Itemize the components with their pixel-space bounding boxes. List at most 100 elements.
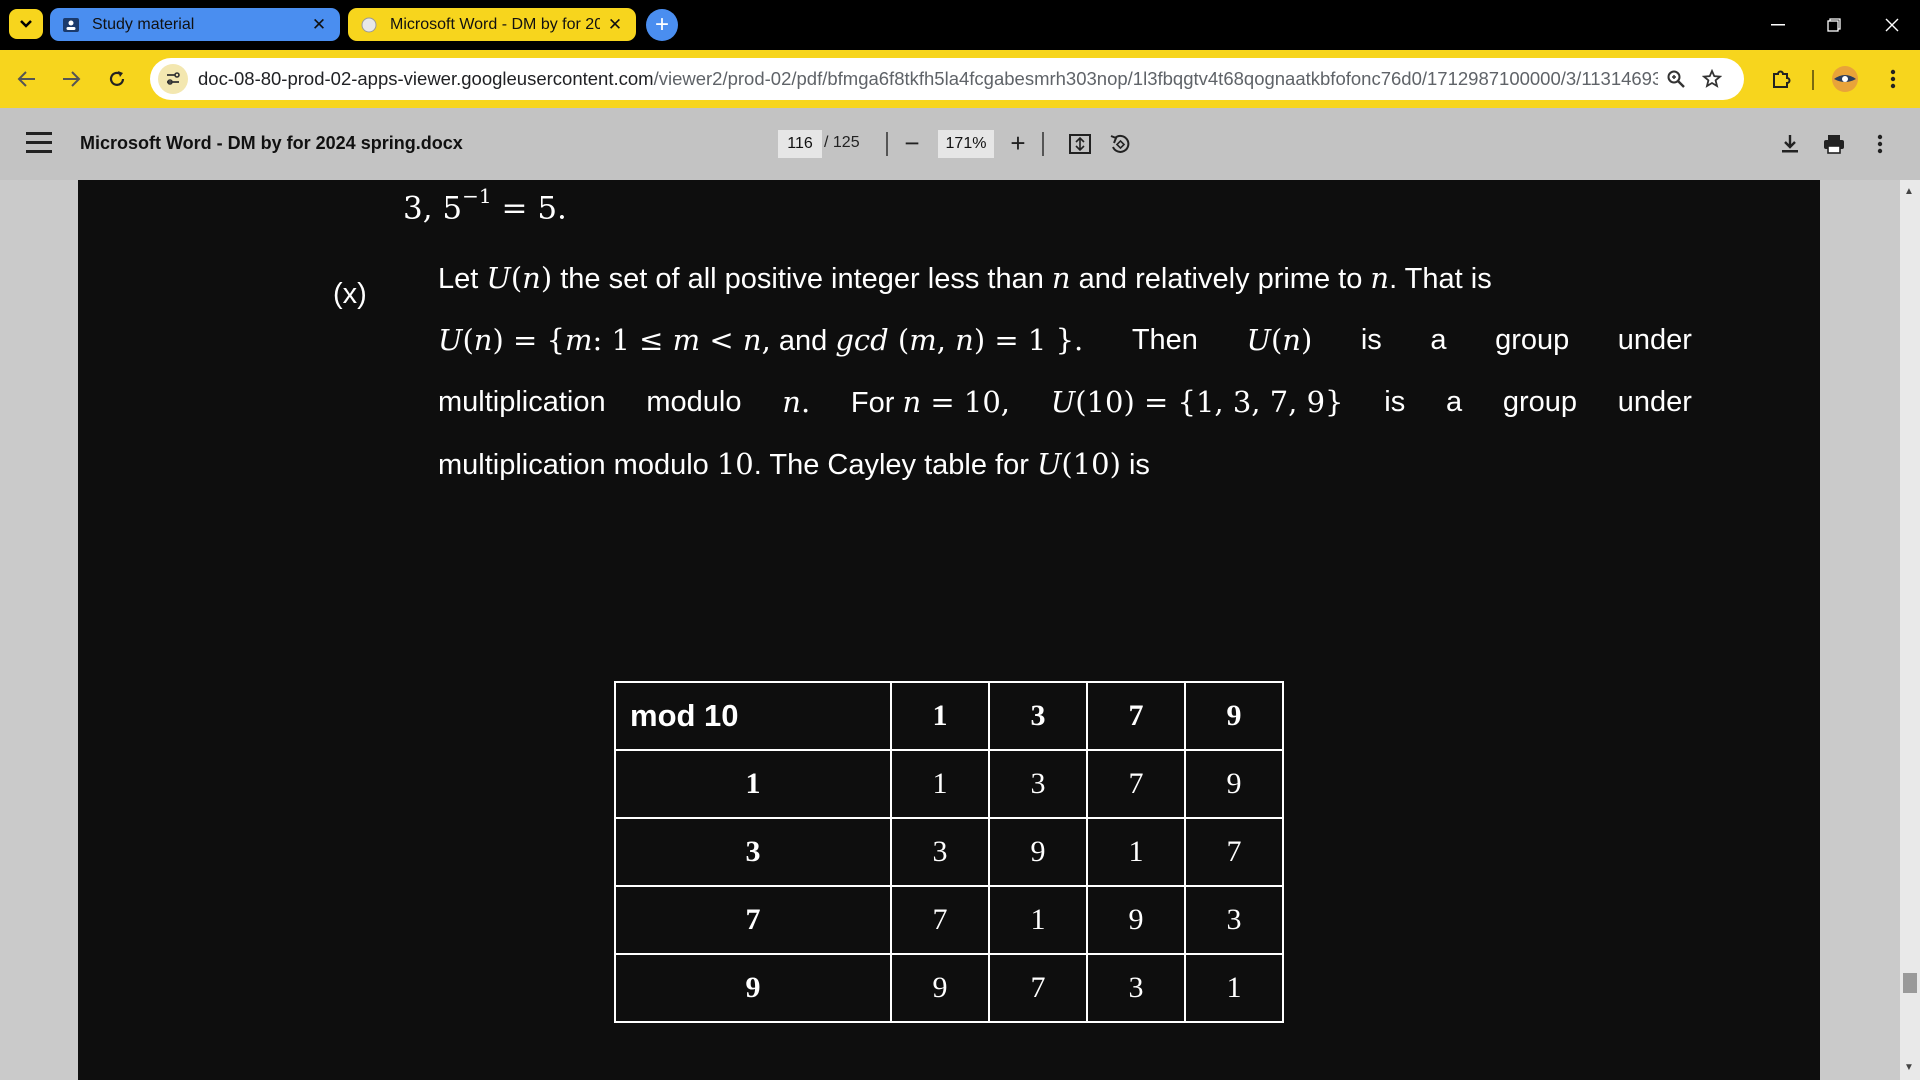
table-cell: 3 — [1184, 885, 1284, 955]
tab-title: Microsoft Word - DM by for 20 — [390, 15, 600, 33]
star-icon[interactable] — [1694, 61, 1730, 97]
scrollbar-thumb[interactable] — [1903, 973, 1917, 993]
tab-microsoft-word[interactable]: Microsoft Word - DM by for 20 ✕ — [348, 8, 636, 41]
table-cell: 3 — [1086, 953, 1186, 1023]
scroll-down-arrow-icon[interactable]: ▼ — [1904, 1062, 1914, 1073]
document-title: Microsoft Word - DM by for 2024 spring.d… — [80, 133, 463, 153]
page-total: / 125 — [824, 134, 860, 151]
forward-button[interactable] — [54, 62, 88, 96]
reload-icon — [109, 71, 125, 86]
equation-base: 3, 5 — [403, 190, 463, 227]
minimize-button[interactable] — [1750, 0, 1806, 50]
zoom-level-input[interactable]: 171% — [938, 130, 994, 158]
table-cell: 7 — [1086, 749, 1186, 819]
browser-toolbar: doc-08-80-prod-02-apps-viewer.googleuser… — [0, 50, 1920, 108]
tab-study-material[interactable]: Study material ✕ — [50, 8, 340, 41]
paragraph-line: multiplication modulo 10. The Cayley tab… — [438, 447, 1150, 481]
puzzle-icon — [1773, 70, 1791, 88]
minimize-icon — [1771, 24, 1785, 26]
arrow-right-icon — [63, 71, 81, 87]
table-corner-cell: mod 10 — [614, 681, 892, 751]
table-cell: 9 — [1184, 749, 1284, 819]
profile-avatar[interactable] — [1828, 62, 1862, 96]
toolbar-separator — [1042, 132, 1044, 156]
table-header-row: mod 10 1 3 7 9 — [614, 681, 1284, 751]
table-cell: 1 — [1184, 953, 1284, 1023]
table-cell: 7 — [988, 953, 1088, 1023]
paragraph-line: Let U(n) the set of all positive integer… — [438, 261, 1492, 295]
table-cell: 9 — [890, 953, 990, 1023]
row-header: 3 — [614, 817, 892, 887]
rotate-button[interactable] — [1104, 128, 1136, 160]
row-header: 7 — [614, 885, 892, 955]
zoom-out-button[interactable]: − — [898, 130, 926, 158]
back-button[interactable] — [10, 62, 44, 96]
close-icon[interactable]: ✕ — [606, 15, 624, 35]
table-cell: 7 — [1184, 817, 1284, 887]
table-row: 7 7 1 9 3 — [614, 885, 1284, 955]
tab-strip: Study material ✕ Microsoft Word - DM by … — [0, 0, 1920, 50]
table-cell: 3 — [890, 817, 990, 887]
table-row: 3 3 9 1 7 — [614, 817, 1284, 887]
close-icon[interactable]: ✕ — [310, 15, 328, 35]
equation-exponent: −1 — [462, 184, 492, 208]
avatar-icon — [1832, 66, 1858, 92]
table-cell: 1 — [988, 885, 1088, 955]
url-path: /viewer2/prod-02/pdf/bfmga6f8tkfh5la4fcg… — [653, 68, 1658, 89]
url-host: doc-08-80-prod-02-apps-viewer.googleuser… — [198, 68, 654, 89]
print-icon — [1824, 135, 1844, 154]
table-cell: 3 — [988, 749, 1088, 819]
arrow-left-icon — [17, 71, 35, 87]
close-window-button[interactable] — [1864, 0, 1920, 50]
row-header: 9 — [614, 953, 892, 1023]
table-cell: 1 — [1086, 817, 1186, 887]
fit-to-page-icon — [1069, 134, 1091, 154]
chevron-down-icon — [20, 20, 32, 28]
pdf-page: 3, 5−1 = 5. (x) Let U(n) the set of all … — [78, 180, 1820, 1080]
paragraph-line: multiplication modulo n. For n = 10, U(1… — [438, 385, 1692, 419]
classroom-icon — [62, 16, 80, 34]
item-label: (x) — [333, 278, 367, 310]
column-header: 3 — [988, 681, 1088, 751]
page-number-input[interactable]: 116 — [778, 130, 822, 158]
download-icon — [1782, 135, 1798, 153]
equation-rest: = 5. — [491, 190, 567, 227]
tab-search-button[interactable] — [9, 9, 43, 39]
cayley-table: mod 10 1 3 7 9 1 1 3 7 9 3 3 9 1 7 7 7 1… — [614, 681, 1284, 1023]
row-header: 1 — [614, 749, 892, 819]
restore-icon — [1827, 18, 1841, 32]
reload-button[interactable] — [100, 62, 134, 96]
paragraph-line: U(n) = {m: 1 ≤ m < n, and gcd (m, n) = 1… — [438, 323, 1692, 357]
vertical-scrollbar[interactable]: ▲ ▼ — [1900, 180, 1920, 1080]
address-bar[interactable]: doc-08-80-prod-02-apps-viewer.googleuser… — [150, 58, 1744, 100]
download-button[interactable] — [1774, 128, 1806, 160]
table-cell: 9 — [988, 817, 1088, 887]
menu-dots-icon — [1877, 134, 1883, 154]
column-header: 1 — [890, 681, 990, 751]
zoom-search-icon[interactable] — [1658, 61, 1694, 97]
print-button[interactable] — [1818, 128, 1850, 160]
extensions-button[interactable] — [1764, 62, 1798, 96]
document-area[interactable]: 3, 5−1 = 5. (x) Let U(n) the set of all … — [0, 180, 1920, 1080]
toolbar-divider — [1812, 70, 1814, 90]
site-info-icon[interactable] — [158, 64, 188, 94]
zoom-in-button[interactable]: + — [1004, 130, 1032, 158]
new-tab-button[interactable]: + — [646, 9, 678, 41]
menu-dots-icon — [1890, 69, 1896, 89]
table-row: 1 1 3 7 9 — [614, 749, 1284, 819]
restore-button[interactable] — [1806, 0, 1862, 50]
previous-equation: 3, 5−1 = 5. — [403, 184, 567, 227]
column-header: 7 — [1086, 681, 1186, 751]
more-actions-button[interactable] — [1864, 128, 1896, 160]
scroll-up-arrow-icon[interactable]: ▲ — [1904, 186, 1914, 197]
toolbar-separator — [886, 132, 888, 156]
menu-icon[interactable] — [26, 132, 52, 156]
table-cell: 9 — [1086, 885, 1186, 955]
url-text[interactable]: doc-08-80-prod-02-apps-viewer.googleuser… — [198, 68, 1658, 90]
globe-icon — [360, 16, 378, 34]
plus-icon: + — [654, 11, 669, 38]
column-header: 9 — [1184, 681, 1284, 751]
table-cell: 1 — [890, 749, 990, 819]
fit-page-button[interactable] — [1064, 128, 1096, 160]
chrome-menu-button[interactable] — [1876, 62, 1910, 96]
